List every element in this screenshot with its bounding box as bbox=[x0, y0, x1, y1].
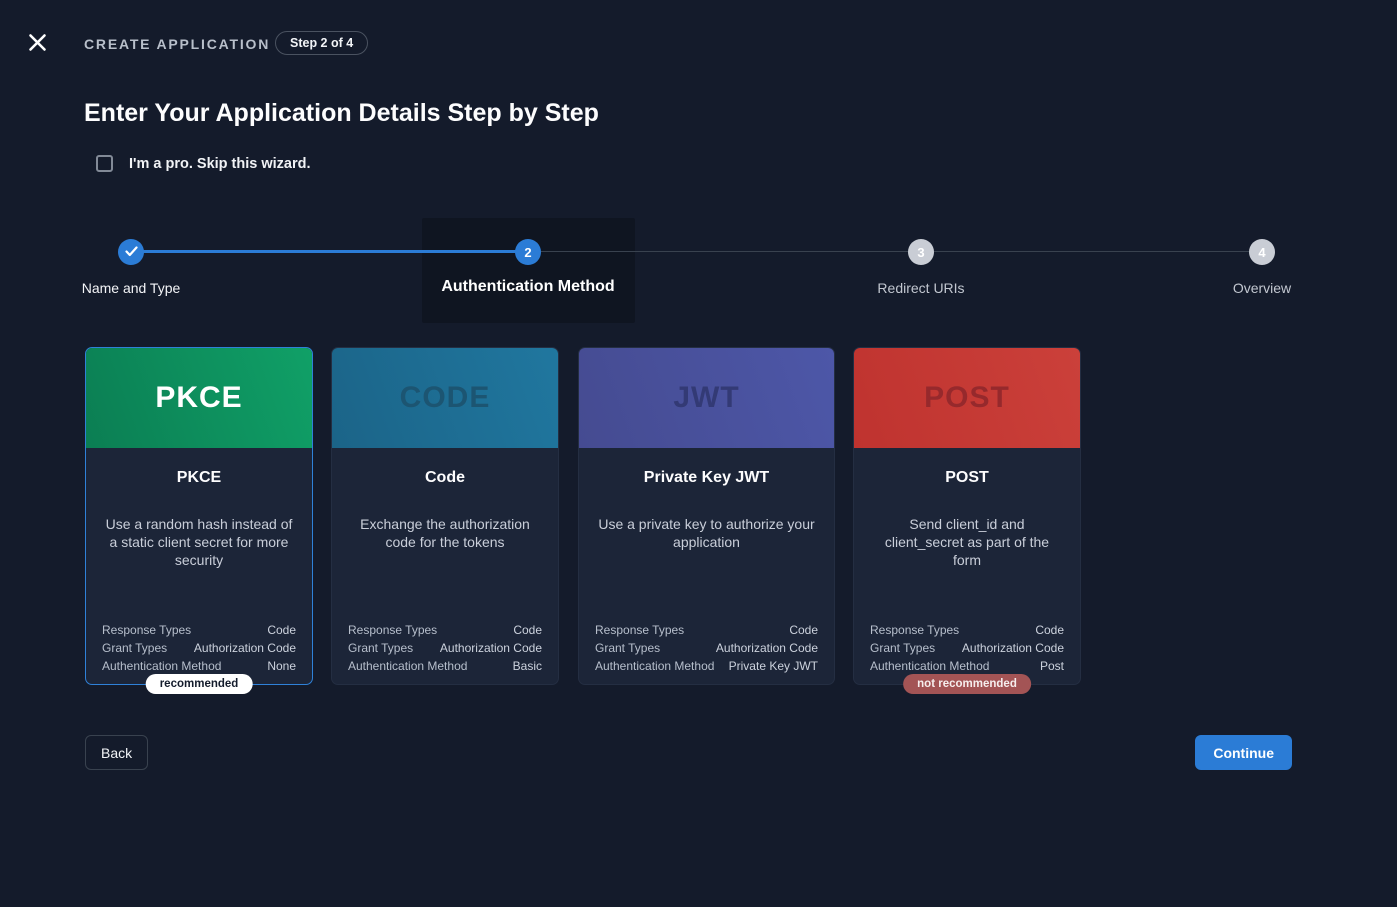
card-banner-text: PKCE bbox=[155, 381, 242, 415]
detail-row: Authentication Method Basic bbox=[348, 657, 542, 675]
detail-value: Code bbox=[789, 621, 818, 639]
not-recommended-badge: not recommended bbox=[903, 674, 1031, 694]
detail-row: Grant Types Authorization Code bbox=[348, 639, 542, 657]
card-description: Use a random hash instead of a static cl… bbox=[102, 516, 296, 570]
active-step-highlight bbox=[422, 218, 635, 323]
step-2-label: Authentication Method bbox=[441, 278, 614, 296]
detail-label: Authentication Method bbox=[348, 657, 467, 675]
detail-label: Response Types bbox=[595, 621, 684, 639]
step-2-number: 2 bbox=[524, 245, 531, 260]
step-4-label: Overview bbox=[1233, 280, 1291, 296]
card-description: Exchange the authorization code for the … bbox=[348, 516, 542, 552]
auth-method-card-pkce[interactable]: PKCE PKCE Use a random hash instead of a… bbox=[85, 347, 313, 685]
detail-value: Post bbox=[1040, 657, 1064, 675]
detail-value: Basic bbox=[513, 657, 542, 675]
wizard-title: CREATE APPLICATION bbox=[84, 36, 270, 52]
step-count-badge: Step 2 of 4 bbox=[275, 31, 368, 55]
detail-row: Response Types Code bbox=[348, 621, 542, 639]
page-title: Enter Your Application Details Step by S… bbox=[84, 99, 599, 128]
card-banner-text: JWT bbox=[673, 381, 739, 415]
detail-label: Grant Types bbox=[102, 639, 167, 657]
detail-row: Response Types Code bbox=[870, 621, 1064, 639]
detail-label: Authentication Method bbox=[102, 657, 221, 675]
detail-value: Private Key JWT bbox=[729, 657, 818, 675]
detail-label: Authentication Method bbox=[870, 657, 989, 675]
detail-label: Response Types bbox=[870, 621, 959, 639]
card-banner: JWT bbox=[579, 348, 834, 448]
close-icon bbox=[28, 33, 47, 55]
back-button[interactable]: Back bbox=[85, 735, 148, 770]
detail-label: Grant Types bbox=[870, 639, 935, 657]
card-details: Response Types Code Grant Types Authoriz… bbox=[870, 621, 1064, 675]
check-icon bbox=[125, 245, 138, 260]
recommended-badge: recommended bbox=[146, 674, 253, 694]
detail-value: None bbox=[267, 657, 296, 675]
card-details: Response Types Code Grant Types Authoriz… bbox=[348, 621, 542, 675]
card-title: PKCE bbox=[102, 469, 296, 487]
card-details: Response Types Code Grant Types Authoriz… bbox=[102, 621, 296, 675]
detail-row: Authentication Method Post bbox=[870, 657, 1064, 675]
card-title: POST bbox=[870, 469, 1064, 487]
detail-row: Authentication Method Private Key JWT bbox=[595, 657, 818, 675]
card-details: Response Types Code Grant Types Authoriz… bbox=[595, 621, 818, 675]
detail-value: Authorization Code bbox=[962, 639, 1064, 657]
detail-label: Grant Types bbox=[595, 639, 660, 657]
card-description: Use a private key to authorize your appl… bbox=[595, 516, 818, 552]
card-body: Code Exchange the authorization code for… bbox=[332, 469, 558, 705]
detail-label: Grant Types bbox=[348, 639, 413, 657]
auth-method-cards: PKCE PKCE Use a random hash instead of a… bbox=[85, 347, 1292, 707]
step-4-number: 4 bbox=[1258, 245, 1265, 260]
card-body: POST Send client_id and client_secret as… bbox=[854, 469, 1080, 705]
detail-label: Response Types bbox=[348, 621, 437, 639]
detail-row: Authentication Method None bbox=[102, 657, 296, 675]
detail-row: Response Types Code bbox=[595, 621, 818, 639]
stepper-connector bbox=[528, 251, 921, 252]
wizard-stepper: 2 3 4 Name and Type Authentication Metho… bbox=[85, 218, 1292, 323]
detail-value: Code bbox=[267, 621, 296, 639]
stepper-connector bbox=[921, 251, 1262, 252]
step-4-circle[interactable]: 4 bbox=[1249, 239, 1275, 265]
skip-wizard-checkbox[interactable] bbox=[96, 155, 113, 172]
detail-label: Response Types bbox=[102, 621, 191, 639]
skip-wizard-row[interactable]: I'm a pro. Skip this wizard. bbox=[96, 155, 311, 172]
card-banner: CODE bbox=[332, 348, 558, 448]
detail-row: Grant Types Authorization Code bbox=[870, 639, 1064, 657]
step-3-label: Redirect URIs bbox=[877, 280, 964, 296]
detail-value: Authorization Code bbox=[194, 639, 296, 657]
step-1-circle[interactable] bbox=[118, 239, 144, 265]
auth-method-card-post[interactable]: POST POST Send client_id and client_secr… bbox=[853, 347, 1081, 685]
auth-method-card-jwt[interactable]: JWT Private Key JWT Use a private key to… bbox=[578, 347, 835, 685]
detail-value: Code bbox=[1035, 621, 1064, 639]
step-3-circle[interactable]: 3 bbox=[908, 239, 934, 265]
card-banner-text: POST bbox=[924, 381, 1010, 415]
card-body: Private Key JWT Use a private key to aut… bbox=[579, 469, 834, 705]
detail-value: Authorization Code bbox=[440, 639, 542, 657]
card-description: Send client_id and client_secret as part… bbox=[870, 516, 1064, 570]
card-title: Code bbox=[348, 469, 542, 487]
step-1-label: Name and Type bbox=[82, 280, 181, 296]
detail-row: Response Types Code bbox=[102, 621, 296, 639]
card-title: Private Key JWT bbox=[595, 469, 818, 487]
continue-button[interactable]: Continue bbox=[1195, 735, 1292, 770]
detail-row: Grant Types Authorization Code bbox=[595, 639, 818, 657]
stepper-connector-done bbox=[131, 250, 528, 253]
card-banner: POST bbox=[854, 348, 1080, 448]
card-banner-text: CODE bbox=[400, 381, 491, 415]
detail-value: Code bbox=[513, 621, 542, 639]
detail-row: Grant Types Authorization Code bbox=[102, 639, 296, 657]
auth-method-card-code[interactable]: CODE Code Exchange the authorization cod… bbox=[331, 347, 559, 685]
close-button[interactable] bbox=[24, 31, 50, 57]
skip-wizard-label: I'm a pro. Skip this wizard. bbox=[129, 156, 311, 172]
detail-label: Authentication Method bbox=[595, 657, 714, 675]
card-body: PKCE Use a random hash instead of a stat… bbox=[86, 469, 312, 705]
detail-value: Authorization Code bbox=[716, 639, 818, 657]
step-3-number: 3 bbox=[917, 245, 924, 260]
step-2-circle[interactable]: 2 bbox=[515, 239, 541, 265]
card-banner: PKCE bbox=[86, 348, 312, 448]
